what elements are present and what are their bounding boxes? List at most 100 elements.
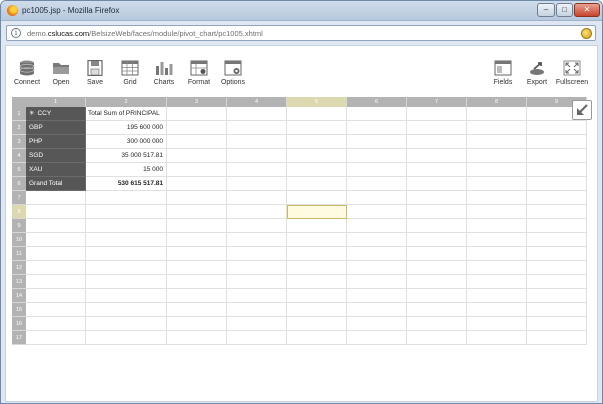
grid-cell[interactable] xyxy=(347,219,407,233)
value-cell[interactable]: 15 000 xyxy=(86,163,167,177)
grid-cell[interactable] xyxy=(407,205,467,219)
grid-cell[interactable] xyxy=(347,177,407,191)
value-cell[interactable]: 195 600 000 xyxy=(86,121,167,135)
grid-cell[interactable] xyxy=(167,317,227,331)
grid-cell[interactable] xyxy=(26,219,86,233)
grid-cell[interactable] xyxy=(527,191,587,205)
grid-cell[interactable] xyxy=(227,261,287,275)
grid-cell[interactable] xyxy=(86,219,167,233)
row-label-cell[interactable]: SGD xyxy=(26,149,86,163)
grid-cell[interactable] xyxy=(26,191,86,205)
column-header[interactable]: 7 xyxy=(407,97,467,107)
grid-cell[interactable] xyxy=(407,233,467,247)
row-header[interactable]: 3 xyxy=(12,135,26,149)
grid-cell[interactable] xyxy=(227,205,287,219)
grid-cell[interactable] xyxy=(167,289,227,303)
grid-cell[interactable] xyxy=(287,191,347,205)
grid-cell[interactable] xyxy=(287,331,347,345)
column-header[interactable]: 1 xyxy=(26,97,86,107)
save-button[interactable]: Save xyxy=(78,60,112,92)
grid-cell[interactable] xyxy=(167,107,227,121)
row-header[interactable]: 10 xyxy=(12,233,26,247)
grid-cell[interactable] xyxy=(347,121,407,135)
grid-cell[interactable] xyxy=(287,303,347,317)
row-header[interactable]: 2 xyxy=(12,121,26,135)
grid-cell[interactable] xyxy=(527,289,587,303)
minimize-button[interactable]: – xyxy=(537,3,555,17)
row-label-cell[interactable]: PHP xyxy=(26,135,86,149)
row-header[interactable]: 9 xyxy=(12,219,26,233)
grid-cell[interactable] xyxy=(227,247,287,261)
grid-cell[interactable] xyxy=(26,205,86,219)
grid-cell[interactable] xyxy=(227,177,287,191)
grid-cell[interactable] xyxy=(407,261,467,275)
grid-cell[interactable] xyxy=(287,247,347,261)
page-action-icon[interactable] xyxy=(581,28,592,39)
value-cell[interactable]: 35 000 517.81 xyxy=(86,149,167,163)
grid-cell[interactable] xyxy=(467,107,527,121)
grid-cell[interactable] xyxy=(527,177,587,191)
grid-cell[interactable] xyxy=(227,135,287,149)
grid-cell[interactable] xyxy=(86,331,167,345)
grid-cell[interactable] xyxy=(467,247,527,261)
grid-cell[interactable] xyxy=(227,149,287,163)
grid-cell[interactable] xyxy=(86,289,167,303)
grid-cell[interactable] xyxy=(86,261,167,275)
grid-cell[interactable] xyxy=(26,247,86,261)
grand-total-value[interactable]: 530 615 517.81 xyxy=(86,177,167,191)
grid-cell[interactable] xyxy=(287,289,347,303)
grid-cell[interactable] xyxy=(167,233,227,247)
grid-cell[interactable] xyxy=(407,247,467,261)
column-header[interactable]: 4 xyxy=(227,97,287,107)
grid-cell[interactable] xyxy=(527,149,587,163)
value-field-header[interactable]: Total Sum of PRINCIPAL xyxy=(86,107,167,121)
grand-total-label[interactable]: Grand Total xyxy=(26,177,86,191)
collapse-panel-button[interactable] xyxy=(572,100,592,120)
column-header[interactable]: 8 xyxy=(467,97,527,107)
grid-cell[interactable] xyxy=(467,261,527,275)
grid-cell[interactable] xyxy=(26,317,86,331)
grid-cell[interactable] xyxy=(527,261,587,275)
grid-cell[interactable] xyxy=(407,219,467,233)
grid-cell[interactable] xyxy=(287,275,347,289)
grid-cell[interactable] xyxy=(467,177,527,191)
grid-cell[interactable] xyxy=(467,289,527,303)
grid-cell[interactable] xyxy=(407,191,467,205)
grid-cell[interactable] xyxy=(287,149,347,163)
grid-cell[interactable] xyxy=(227,233,287,247)
open-button[interactable]: Open xyxy=(44,60,78,92)
row-header[interactable]: 6 xyxy=(12,177,26,191)
grid-cell[interactable] xyxy=(407,121,467,135)
grid-cell[interactable] xyxy=(287,317,347,331)
grid-cell[interactable] xyxy=(467,191,527,205)
grid-cell[interactable] xyxy=(467,219,527,233)
grid-cell[interactable] xyxy=(347,303,407,317)
column-header[interactable]: 3 xyxy=(167,97,227,107)
grid-cell[interactable] xyxy=(347,135,407,149)
grid-cell[interactable] xyxy=(407,149,467,163)
grid-cell[interactable] xyxy=(467,275,527,289)
row-header[interactable]: 14 xyxy=(12,289,26,303)
grid-cell[interactable] xyxy=(26,261,86,275)
grid-cell[interactable] xyxy=(347,149,407,163)
grid-cell[interactable] xyxy=(86,303,167,317)
grid-cell[interactable] xyxy=(407,107,467,121)
row-header[interactable]: 11 xyxy=(12,247,26,261)
grid-cell[interactable] xyxy=(227,303,287,317)
grid-cell[interactable] xyxy=(167,191,227,205)
column-header[interactable]: 6 xyxy=(347,97,407,107)
close-button[interactable]: ✕ xyxy=(574,3,600,17)
fullscreen-button[interactable]: Fullscreen xyxy=(555,60,589,92)
grid-cell[interactable] xyxy=(287,261,347,275)
grid-cell[interactable] xyxy=(347,247,407,261)
grid-cell[interactable] xyxy=(287,121,347,135)
grid-cell[interactable] xyxy=(287,163,347,177)
grid-cell[interactable] xyxy=(527,121,587,135)
row-header[interactable]: 8 xyxy=(12,205,26,219)
grid-cell[interactable] xyxy=(167,331,227,345)
fields-button[interactable]: Fields xyxy=(486,60,520,92)
grid-cell[interactable] xyxy=(407,135,467,149)
connect-button[interactable]: Connect xyxy=(10,60,44,92)
row-header[interactable]: 1 xyxy=(12,107,26,121)
grid-cell[interactable] xyxy=(467,121,527,135)
